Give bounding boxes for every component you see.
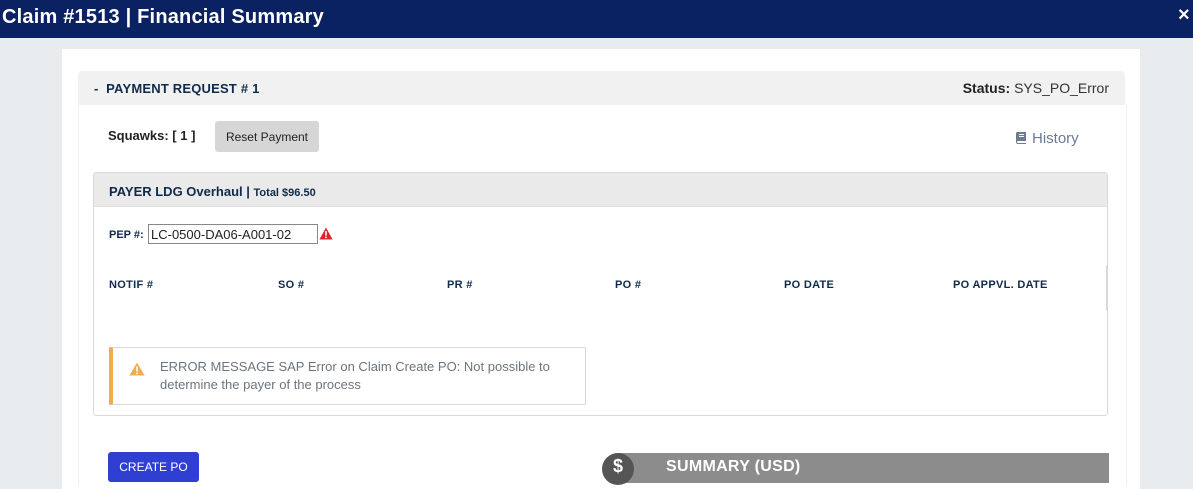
history-label: History [1032,130,1079,147]
history-link[interactable]: History [1015,130,1079,147]
payment-request-title: PAYMENT REQUEST # 1 [106,81,260,96]
error-message: ERROR MESSAGE SAP Error on Claim Create … [160,359,550,392]
close-icon[interactable]: × [1178,4,1190,27]
column-header-po: PO # [615,279,642,291]
warning-icon [129,362,145,376]
status-value: SYS_PO_Error [1014,80,1109,96]
payer-name: PAYER LDG Overhaul | [109,184,250,199]
create-po-button[interactable]: CREATE PO [108,452,199,482]
title-bar: Claim #1513 | Financial Summary × [0,0,1193,38]
table-divider [1106,266,1107,310]
payer-panel: PAYER LDG Overhaul | Total $96.50 PEP #:… [93,172,1108,416]
status-label: Status: [962,80,1011,96]
payer-total: Total $96.50 [253,187,316,199]
column-header-so: SO # [278,279,305,291]
dollar-coin-icon: $ [602,453,634,485]
window-title: Claim #1513 | Financial Summary [2,6,324,28]
column-header-po-appvl-date: PO APPVL. DATE [953,279,1048,291]
payer-header: PAYER LDG Overhaul | Total $96.50 [94,173,1107,207]
summary-header[interactable]: SUMMARY (USD) [618,453,1109,483]
payment-request-header: - PAYMENT REQUEST # 1 Status: SYS_PO_Err… [78,71,1125,105]
column-header-pr: PR # [447,279,473,291]
reset-payment-button[interactable]: Reset Payment [215,121,319,152]
book-icon [1015,132,1026,144]
status-indicator: Status: SYS_PO_Error [963,80,1109,96]
pep-label: PEP #: [109,229,144,241]
payment-request-toggle[interactable]: - PAYMENT REQUEST # 1 [94,81,260,96]
warning-triangle-icon [319,227,333,240]
squawks-count: Squawks: [ 1 ] [108,128,196,143]
collapse-toggle-glyph: - [94,81,99,96]
column-header-po-date: PO DATE [784,279,835,291]
pep-input[interactable] [148,224,318,244]
column-header-notif: NOTIF # [109,279,154,291]
error-alert: ERROR MESSAGE SAP Error on Claim Create … [109,347,586,405]
summary-label: SUMMARY (USD) [666,458,801,475]
payer-title: PAYER LDG Overhaul | Total $96.50 [109,184,316,199]
